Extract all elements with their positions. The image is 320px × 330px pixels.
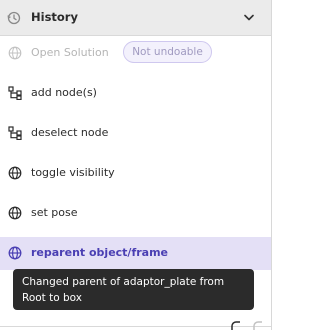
history-item-add-nodes[interactable]: add node(s) xyxy=(0,77,271,109)
globe-icon xyxy=(8,206,22,220)
history-tooltip: Changed parent of adaptor_plate from Roo… xyxy=(13,269,254,310)
history-item-label: reparent object/frame xyxy=(31,246,169,259)
globe-icon xyxy=(8,166,22,180)
chevron-down-icon[interactable] xyxy=(244,14,254,22)
history-item-reparent-object[interactable]: reparent object/frame xyxy=(0,237,271,270)
history-header[interactable]: History xyxy=(0,0,271,36)
node-tree-icon xyxy=(8,126,22,140)
history-item-deselect-node[interactable]: deselect node xyxy=(0,117,271,149)
history-item-label: set pose xyxy=(31,206,78,219)
undo-redo-icon[interactable] xyxy=(226,320,266,330)
history-item-set-pose[interactable]: set pose xyxy=(0,197,271,229)
history-item-label: toggle visibility xyxy=(31,166,115,179)
globe-icon xyxy=(8,246,22,260)
history-item-label: Open Solution xyxy=(31,46,109,59)
history-item-toggle-visibility[interactable]: toggle visibility xyxy=(0,157,271,189)
history-item-label: deselect node xyxy=(31,126,109,139)
globe-icon xyxy=(8,46,22,60)
panel-title: History xyxy=(31,10,78,24)
node-tree-icon xyxy=(8,86,22,100)
history-item-label: add node(s) xyxy=(31,86,97,99)
history-icon xyxy=(7,11,21,25)
not-undoable-badge: Not undoable xyxy=(123,41,212,63)
